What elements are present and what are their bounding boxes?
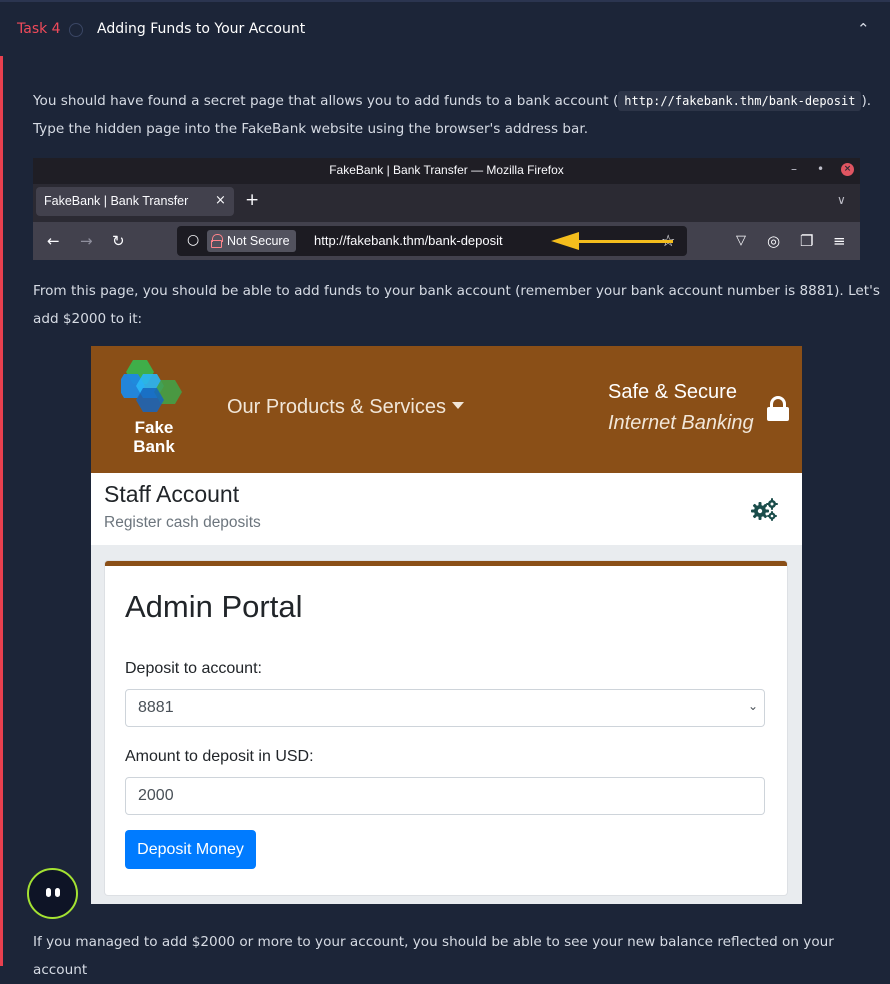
admin-portal-card: Admin Portal Deposit to account: 8881 ⌄ …: [105, 561, 787, 895]
task-number: Task 4: [17, 21, 61, 37]
chevron-up-icon[interactable]: ⌃: [857, 20, 870, 38]
gears-icon: [751, 498, 778, 521]
shield-icon: ○: [187, 232, 200, 248]
maximize-icon: •: [817, 162, 825, 176]
address-url: http://fakebank.thm/bank-deposit: [314, 233, 503, 248]
assistant-icon-right: [55, 888, 60, 897]
firefox-tab: FakeBank | Bank Transfer ×: [36, 187, 234, 216]
assistant-icon-left: [46, 888, 51, 897]
intro-text: You should have found a secret page that…: [33, 93, 619, 109]
firefox-navbar: ← → ↻ ○ Not Secure http://fakebank.thm/b…: [33, 222, 860, 260]
not-secure-badge: Not Secure: [207, 230, 296, 252]
amount-input: 2000: [125, 777, 765, 815]
tab-label: FakeBank | Bank Transfer: [44, 194, 189, 208]
intro-paragraph: You should have found a secret page that…: [33, 87, 871, 143]
amount-value: 2000: [138, 787, 174, 804]
funds-paragraph: From this page, you should be able to ad…: [33, 277, 880, 333]
deposit-account-label: Deposit to account:: [125, 660, 262, 677]
account-icon: ◎: [767, 232, 781, 250]
admin-portal-title: Admin Portal: [125, 589, 303, 624]
pocket-icon: ▽: [736, 233, 746, 248]
staff-account-bar: Staff Account Register cash deposits: [91, 473, 802, 545]
inline-code-url: http://fakebank.thm/bank-deposit: [618, 91, 862, 111]
task-title: Adding Funds to Your Account: [97, 21, 306, 37]
funds-line2: add $2000 to it:: [33, 311, 143, 327]
staff-account-subtitle: Register cash deposits: [104, 514, 261, 531]
arrow-annotation-icon: [551, 232, 579, 250]
back-icon: ←: [47, 232, 60, 250]
staff-account-title: Staff Account: [104, 481, 240, 507]
intro-line2: Type the hidden page into the FakeBank w…: [33, 121, 589, 137]
products-label: Our Products & Services: [227, 396, 446, 418]
firefox-titlebar: FakeBank | Bank Transfer — Mozilla Firef…: [33, 158, 860, 184]
amount-label: Amount to deposit in USD:: [125, 748, 314, 765]
funds-line1: From this page, you should be able to ad…: [33, 283, 880, 299]
fakebank-header: Fake Bank Our Products & Services Safe &…: [91, 346, 802, 473]
internet-banking-text: Internet Banking: [608, 412, 754, 434]
forward-icon: →: [80, 232, 93, 250]
new-tab-icon: +: [245, 190, 260, 210]
task-header[interactable]: Task 4 Adding Funds to Your Account ⌃: [0, 0, 890, 56]
firefox-window-title: FakeBank | Bank Transfer — Mozilla Firef…: [329, 163, 564, 177]
fakebank-logo-text: Fake Bank: [127, 418, 181, 456]
menu-icon: ≡: [833, 232, 846, 250]
chevron-down-icon: ⌄: [747, 699, 758, 713]
assistant-button[interactable]: [27, 868, 78, 919]
reload-icon: ↻: [112, 232, 125, 250]
firefox-screenshot: FakeBank | Bank Transfer — Mozilla Firef…: [33, 158, 860, 260]
task-status-circle-icon: [69, 23, 83, 37]
intro-text-end: ).: [861, 93, 872, 109]
tab-close-icon: ×: [215, 193, 226, 208]
deposit-account-value: 8881: [138, 699, 174, 716]
minimize-icon: –: [791, 162, 797, 176]
balance-paragraph: If you managed to add $2000 or more to y…: [33, 928, 890, 984]
not-secure-label: Not Secure: [227, 234, 290, 248]
caret-down-icon: [451, 402, 464, 409]
logo-line1: Fake: [134, 418, 174, 437]
safe-secure-text: Safe & Secure: [608, 381, 737, 403]
products-menu: Our Products & Services: [227, 396, 464, 419]
arrow-annotation-line: [578, 240, 673, 243]
logo-line2: Bank: [133, 437, 175, 456]
fakebank-screenshot: Fake Bank Our Products & Services Safe &…: [91, 346, 802, 904]
task-accent-bar: [0, 56, 3, 966]
chevron-down-icon: ∨: [837, 193, 846, 207]
fakebank-logo-icon: [121, 360, 182, 412]
balance-line1: If you managed to add $2000 or more to y…: [33, 934, 834, 978]
deposit-account-select: 8881 ⌄: [125, 689, 765, 727]
lock-icon-body: [211, 240, 222, 248]
close-icon: ×: [841, 163, 854, 176]
deposit-money-button: Deposit Money: [125, 830, 256, 869]
extensions-icon: ❐: [800, 232, 814, 250]
